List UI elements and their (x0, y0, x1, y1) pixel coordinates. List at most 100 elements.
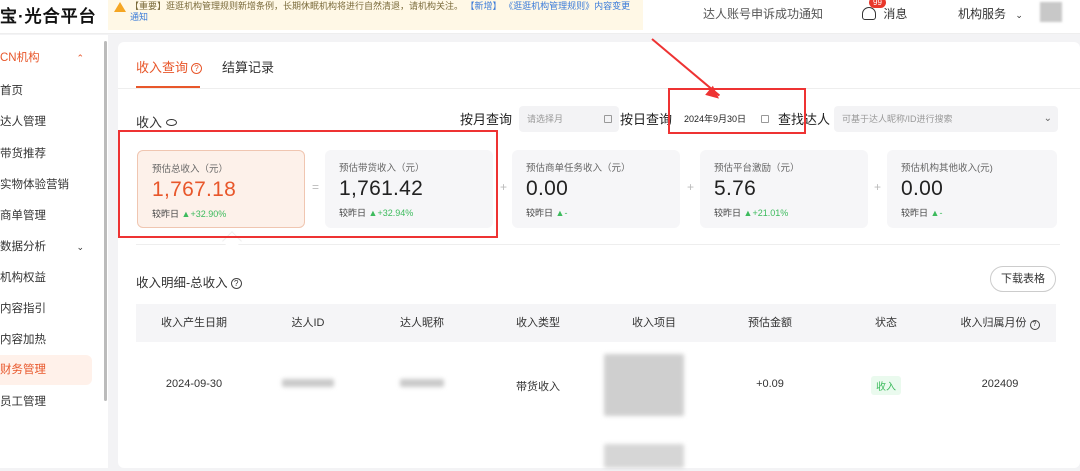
notice-new-link[interactable]: 【新增】 (466, 1, 502, 11)
download-table-button[interactable]: 下载表格 (990, 266, 1056, 292)
sidebar-item-label: 实物体验营销 (0, 179, 69, 191)
sidebar-item-experience[interactable]: 实物体验营销 (0, 170, 92, 200)
col-item: 收入项目 (632, 317, 676, 329)
bell-icon (862, 7, 876, 20)
query-month-label: 按月查询 (460, 112, 513, 127)
plus-operator: + (687, 180, 695, 194)
help-icon[interactable]: ? (1029, 320, 1040, 330)
query-day-label: 按日查询 (620, 112, 673, 127)
annotation-box-date (668, 88, 806, 134)
sidebar-item-analytics[interactable]: 数据分析 ⌄ (0, 232, 92, 262)
detail-title: 收入明细-总收入? (136, 272, 242, 291)
plus-operator: + (874, 180, 882, 194)
compare-value: ▲+21.01% (743, 208, 789, 218)
eye-icon[interactable] (166, 119, 178, 126)
sidebar-group-label: CN机构 (0, 52, 40, 64)
sidebar-item-label: 达人管理 (0, 116, 46, 128)
income-section-title: 收入 (136, 112, 178, 131)
tab-label: 结算记录 (222, 60, 275, 75)
org-service-label: 机构服务 (958, 7, 1007, 21)
col-nickname: 达人昵称 (400, 317, 444, 329)
message-count-badge: 99 (869, 0, 886, 8)
tab-label: 收入查询 (136, 60, 189, 75)
sidebar-item-staff[interactable]: 员工管理 (0, 387, 92, 417)
cell-talent-id (252, 378, 364, 390)
sidebar-item-talent[interactable]: 达人管理 (0, 107, 92, 137)
chevron-down-icon: ⌄ (1015, 10, 1023, 20)
cell-nickname (364, 378, 480, 390)
sidebar: CN机构 ⌃ 首页 达人管理 带货推荐 实物体验营销 商单管理 数据分析 ⌄ 机… (0, 35, 108, 468)
card-value: 0.00 (901, 177, 944, 200)
sidebar-item-label: 员工管理 (0, 396, 46, 408)
main-panel: 收入查询? 结算记录 收入 按月查询 请选择月 按日查询 2024年9月30日 … (118, 42, 1080, 468)
chevron-up-icon: ⌃ (76, 53, 84, 63)
talent-search-select[interactable]: 可基于达人昵称/ID进行搜索 ⌄ (834, 106, 1058, 132)
sidebar-group-cn-org[interactable]: CN机构 ⌃ (0, 43, 92, 73)
month-picker[interactable]: 请选择月 (519, 106, 619, 132)
card-compare: 较昨日 ▲- (901, 206, 1043, 219)
cell-status: 收入 (828, 376, 944, 395)
status-badge: 收入 (871, 376, 901, 395)
col-type: 收入类型 (516, 317, 560, 329)
col-talent-id: 达人ID (291, 317, 325, 329)
sidebar-item-label: 商单管理 (0, 210, 46, 222)
avatar[interactable] (1040, 2, 1062, 22)
sidebar-item-content-boost[interactable]: 内容加热 (0, 325, 92, 355)
top-bar: 宝·光合平台 【重要】逛逛机构管理规则新增条例，长期休眠机构将进行自然清退，请机… (0, 0, 1080, 34)
plus-operator: + (500, 180, 508, 194)
messages-label: 消息 (883, 7, 908, 21)
sidebar-item-content-guide[interactable]: 内容指引 (0, 294, 92, 324)
card-value: 5.76 (714, 177, 757, 200)
tab-income-query[interactable]: 收入查询? (136, 60, 203, 76)
appeal-notice-link[interactable]: 达人账号申诉成功通知 (703, 5, 823, 22)
card-platform-incentive[interactable]: 预估平台激励（元） 5.76 较昨日 ▲+21.01% (700, 150, 868, 228)
platform-logo[interactable]: 宝·光合平台 (0, 2, 97, 27)
announcement-banner: 【重要】逛逛机构管理规则新增条例，长期休眠机构将进行自然清退，请机构关注。 【新… (108, 0, 643, 30)
card-other-income[interactable]: 预估机构其他收入(元) 0.00 较昨日 ▲- (887, 150, 1057, 228)
calendar-icon (604, 115, 612, 123)
sidebar-item-home[interactable]: 首页 (0, 76, 92, 106)
sidebar-item-label: 财务管理 (0, 364, 46, 376)
help-icon[interactable]: ? (230, 278, 242, 289)
card-compare: 较昨日 ▲+21.01% (714, 206, 854, 219)
compare-label: 较昨日 (714, 208, 742, 218)
col-date: 收入产生日期 (161, 317, 227, 329)
compare-value: ▲- (555, 208, 568, 218)
card-task-income[interactable]: 预估商单任务收入（元） 0.00 较昨日 ▲- (512, 150, 680, 228)
sidebar-item-goods[interactable]: 带货推荐 (0, 139, 92, 169)
cell-date: 2024-09-30 (165, 378, 223, 390)
notice-tag: 【重要】 (130, 1, 167, 11)
col-month-text: 收入归属月份 (960, 317, 1027, 329)
col-month: 收入归属月份? (944, 304, 1056, 342)
sidebar-item-rights[interactable]: 机构权益 (0, 263, 92, 293)
next-row-item (604, 444, 684, 468)
sidebar-item-label: 机构权益 (0, 272, 46, 284)
col-amount: 预估金额 (748, 317, 792, 329)
messages-button[interactable]: 99 消息 (862, 0, 908, 22)
card-label: 预估平台激励（元） (714, 163, 800, 174)
table-header: 收入产生日期 达人ID 达人昵称 收入类型 收入项目 预估金额 状态 收入归属月… (136, 304, 1056, 342)
compare-label: 较昨日 (901, 208, 929, 218)
col-status: 状态 (875, 317, 897, 329)
card-label: 预估商单任务收入（元） (526, 163, 631, 174)
notice-text: 逛逛机构管理规则新增条例，长期休眠机构将进行自然清退，请机构关注。 (166, 1, 464, 11)
sidebar-item-finance[interactable]: 财务管理 (0, 355, 92, 385)
sidebar-item-orders[interactable]: 商单管理 (0, 201, 92, 231)
search-placeholder: 可基于达人昵称/ID进行搜索 (842, 114, 953, 124)
org-service-menu[interactable]: 机构服务 ⌄ (958, 5, 1023, 22)
sidebar-item-label: 内容加热 (0, 334, 46, 346)
chevron-down-icon: ⌄ (76, 242, 84, 252)
income-title-text: 收入 (136, 115, 163, 130)
section-divider (136, 244, 1060, 245)
detail-title-text: 收入明细-总收入 (136, 276, 228, 290)
compare-value: ▲- (930, 208, 943, 218)
card-compare: 较昨日 ▲- (526, 206, 666, 219)
warning-icon (114, 2, 126, 12)
annotation-box-cards (118, 130, 498, 238)
cell-item (604, 354, 684, 416)
cell-amount: +0.09 (756, 378, 784, 390)
tab-settlement-records[interactable]: 结算记录 (222, 60, 274, 76)
help-icon[interactable]: ? (191, 63, 203, 74)
sidebar-scrollbar[interactable] (104, 41, 107, 401)
sidebar-item-label: 带货推荐 (0, 148, 46, 160)
